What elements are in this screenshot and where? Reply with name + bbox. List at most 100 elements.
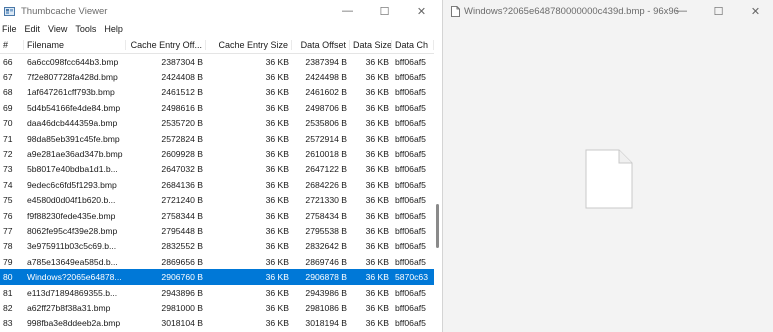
table-row[interactable]: 66 6a6cc098fcc644b3.bmp 2387304 B 36 KB 2387… xyxy=(0,54,434,69)
right-window-title: Windows?2065e648780000000c439d.bmp - 96x… xyxy=(464,5,679,17)
cell-index: 71 xyxy=(3,133,13,144)
cell-cache-entry-size: 36 KB xyxy=(265,195,289,206)
menu-file[interactable]: File xyxy=(0,24,21,34)
cell-data-checksum: bff06af5 xyxy=(395,302,426,313)
maximize-button[interactable]: ☐ xyxy=(700,0,737,22)
cell-data-checksum: bff06af5 xyxy=(395,287,426,298)
cell-filename: a785e13649ea585d.b... xyxy=(27,256,118,267)
column-header-data-checksum[interactable]: Data Ch xyxy=(392,39,434,50)
table-row[interactable]: 74 9edec6c6fd5f1293.bmp 2684136 B 36 KB 2684… xyxy=(0,177,434,192)
cell-cache-entry-size: 36 KB xyxy=(265,118,289,129)
left-window-controls: — ☐ ✕ xyxy=(329,0,440,22)
cell-cache-entry-offset: 2684136 B xyxy=(161,179,203,190)
table-row[interactable]: 78 3e975911b03c5c69.b... 2832552 B 36 KB 283… xyxy=(0,239,434,254)
cell-cache-entry-offset: 2424408 B xyxy=(161,72,203,83)
cell-filename: 1af647261cff793b.bmp xyxy=(27,87,115,98)
table-row[interactable]: 72 a9e281ae36ad347b.bmp 2609928 B 36 KB 2610… xyxy=(0,146,434,161)
preview-window: Windows?2065e648780000000c439d.bmp - 96x… xyxy=(442,0,773,332)
cell-data-checksum: bff06af5 xyxy=(395,72,426,83)
cell-filename: 3e975911b03c5c69.b... xyxy=(27,241,117,252)
table-row[interactable]: 71 98da85eb391c45fe.bmp 2572824 B 36 KB 2572… xyxy=(0,131,434,146)
cell-data-offset: 2461602 B xyxy=(305,87,347,98)
cell-index: 72 xyxy=(3,149,13,160)
cell-data-checksum: bff06af5 xyxy=(395,318,426,328)
left-window-title: Thumbcache Viewer xyxy=(21,5,108,17)
column-header-cache-entry-offset[interactable]: Cache Entry Off... xyxy=(126,39,206,50)
table-row[interactable]: 83 998fba3e8ddeeb2a.bmp 3018104 B 36 KB 3018… xyxy=(0,316,434,328)
thumbcache-viewer-window: Thumbcache Viewer — ☐ ✕ File Edit View T… xyxy=(0,0,441,332)
cell-cache-entry-offset: 2832552 B xyxy=(161,241,203,252)
column-header-data-offset[interactable]: Data Offset xyxy=(292,39,350,50)
cell-cache-entry-offset: 2387304 B xyxy=(161,56,203,67)
cell-cache-entry-offset: 2758344 B xyxy=(161,210,203,221)
cell-cache-entry-offset: 2795448 B xyxy=(161,225,203,236)
close-icon: ✕ xyxy=(416,5,427,18)
table-row[interactable]: 77 8062fe95c4f39e28.bmp 2795448 B 36 KB 2795… xyxy=(0,223,434,238)
scrollbar-thumb[interactable] xyxy=(436,204,439,248)
document-icon xyxy=(451,5,460,17)
cell-cache-entry-offset: 2461512 B xyxy=(161,87,203,98)
close-button[interactable]: ✕ xyxy=(403,0,440,22)
minimize-button[interactable]: — xyxy=(663,0,700,22)
vertical-scrollbar[interactable] xyxy=(434,36,441,332)
column-header-filename[interactable]: Filename xyxy=(24,39,126,50)
table-row[interactable]: 75 e4580d0d04f1b620.b... 2721240 B 36 KB 272… xyxy=(0,193,434,208)
table-row[interactable]: 76 f9f88230fede435e.bmp 2758344 B 36 KB 2758… xyxy=(0,208,434,223)
cell-index: 77 xyxy=(3,225,13,236)
cell-filename: e113d71894869355.b... xyxy=(27,287,118,298)
table-row[interactable]: 82 a62ff27b8f38a31.bmp 2981000 B 36 KB 29810… xyxy=(0,300,434,315)
table-row[interactable]: 81 e113d71894869355.b... 2943896 B 36 KB 294… xyxy=(0,285,434,300)
cell-data-offset: 2610018 B xyxy=(305,149,347,160)
cell-data-checksum: bff06af5 xyxy=(395,256,426,267)
cell-index: 67 xyxy=(3,72,13,83)
cell-data-checksum: bff06af5 xyxy=(395,102,426,113)
entries-table: # Filename Cache Entry Off... Cache Entr… xyxy=(0,36,434,328)
cell-data-offset: 2981086 B xyxy=(305,302,347,313)
table-row[interactable]: 79 a785e13649ea585d.b... 2869656 B 36 KB 286… xyxy=(0,254,434,269)
cell-data-size: 36 KB xyxy=(365,179,389,190)
maximize-button[interactable]: ☐ xyxy=(366,0,403,22)
cell-data-offset: 2869746 B xyxy=(305,256,347,267)
cell-index: 70 xyxy=(3,118,13,129)
table-body: 66 6a6cc098fcc644b3.bmp 2387304 B 36 KB 2387… xyxy=(0,54,434,328)
cell-data-size: 36 KB xyxy=(365,72,389,83)
column-header-cache-entry-size[interactable]: Cache Entry Size xyxy=(206,39,292,50)
cell-data-checksum: bff06af5 xyxy=(395,118,426,129)
cell-cache-entry-size: 36 KB xyxy=(265,133,289,144)
table-row[interactable]: 70 daa46dcb444359a.bmp 2535720 B 36 KB 25358… xyxy=(0,116,434,131)
table-row[interactable]: 80 Windows?2065e64878... 2906760 B 36 KB 290… xyxy=(0,269,434,285)
table-row[interactable]: 73 5b8017e40bdba1d1.b... 2647032 B 36 KB 264… xyxy=(0,162,434,177)
minimize-button[interactable]: — xyxy=(329,0,366,22)
menu-help[interactable]: Help xyxy=(100,24,127,34)
cell-cache-entry-offset: 2647032 B xyxy=(161,164,203,175)
cell-data-size: 36 KB xyxy=(365,195,389,206)
cell-index: 69 xyxy=(3,102,13,113)
table-row[interactable]: 69 5d4b54166fe4de84.bmp 2498616 B 36 KB 2498… xyxy=(0,100,434,115)
menu-tools[interactable]: Tools xyxy=(71,24,100,34)
cell-cache-entry-size: 36 KB xyxy=(265,56,289,67)
cell-data-size: 36 KB xyxy=(365,272,389,283)
cell-data-size: 36 KB xyxy=(365,256,389,267)
cell-data-offset: 2795538 B xyxy=(305,225,347,236)
menu-edit[interactable]: Edit xyxy=(21,24,45,34)
close-button[interactable]: ✕ xyxy=(737,0,773,22)
menu-view[interactable]: View xyxy=(44,24,71,34)
table-row[interactable]: 67 7f2e807728fa428d.bmp 2424408 B 36 KB 2424… xyxy=(0,69,434,84)
cell-index: 75 xyxy=(3,195,13,206)
cell-cache-entry-offset: 2943896 B xyxy=(161,287,203,298)
cell-filename: 9edec6c6fd5f1293.bmp xyxy=(27,179,117,190)
cell-data-offset: 3018194 B xyxy=(305,318,347,328)
column-header-index[interactable]: # xyxy=(0,39,24,50)
cell-index: 66 xyxy=(3,56,13,67)
cell-data-offset: 2647122 B xyxy=(305,164,347,175)
cell-data-offset: 2906878 B xyxy=(305,272,347,283)
table-row[interactable]: 68 1af647261cff793b.bmp 2461512 B 36 KB 2461… xyxy=(0,85,434,100)
cell-data-size: 36 KB xyxy=(365,102,389,113)
cell-data-size: 36 KB xyxy=(365,118,389,129)
cell-cache-entry-size: 36 KB xyxy=(265,102,289,113)
cell-filename: Windows?2065e64878... xyxy=(27,272,122,283)
cell-data-offset: 2572914 B xyxy=(305,133,347,144)
cell-index: 78 xyxy=(3,241,13,252)
cell-data-size: 36 KB xyxy=(365,210,389,221)
column-header-data-size[interactable]: Data Size xyxy=(350,39,392,50)
